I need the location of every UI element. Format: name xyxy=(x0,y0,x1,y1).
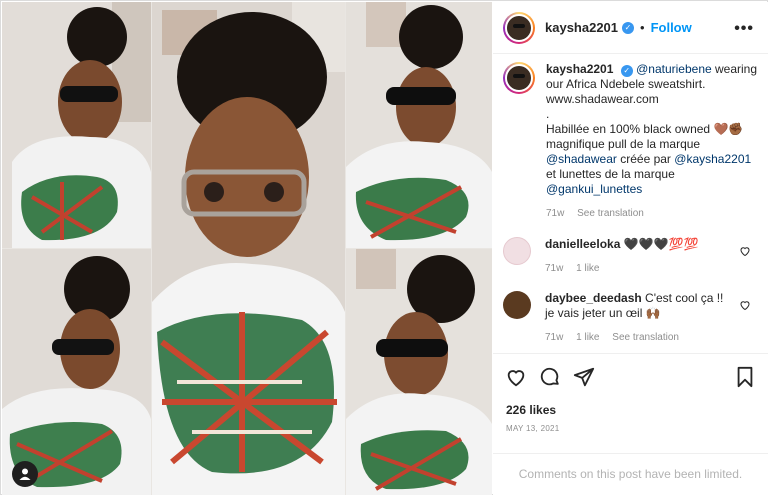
mention-link[interactable]: @shadawear xyxy=(546,152,617,166)
photo-tile-1 xyxy=(2,2,151,248)
heart-icon[interactable] xyxy=(505,366,527,388)
comment-item: danielleeloka 🖤🖤🖤💯💯 71w 1 like xyxy=(503,237,763,276)
comment-item: daybee_deedash C'est cool ça !! je vais … xyxy=(503,291,763,345)
likes-count[interactable]: 226 likes xyxy=(506,403,556,417)
verified-icon: ✓ xyxy=(620,65,633,77)
mention-link[interactable]: @naturiebene xyxy=(636,62,712,76)
caption-avatar[interactable] xyxy=(503,62,535,94)
author-username[interactable]: kaysha2201 xyxy=(545,20,618,35)
caption-french-1: Habillée en 100% black owned 🤎✊🏾 magnifi… xyxy=(546,122,744,151)
heart-icon[interactable] xyxy=(739,299,751,311)
post-date: MAY 13, 2021 xyxy=(506,424,560,433)
caption-french-3: et lunettes de la marque xyxy=(546,167,675,181)
comments-limited-notice: Comments on this post have been limited. xyxy=(493,453,768,495)
author-avatar[interactable] xyxy=(503,11,535,44)
see-translation-button[interactable]: See translation xyxy=(577,208,644,219)
caption-meta: 71w See translation xyxy=(546,206,763,221)
post-caption: kaysha2201 ✓ @naturiebene wearing our Af… xyxy=(503,62,763,221)
see-translation-button[interactable]: See translation xyxy=(612,332,679,343)
caption-french-2: créée par xyxy=(616,152,675,166)
commenter-avatar[interactable] xyxy=(503,237,531,265)
share-icon[interactable] xyxy=(573,366,595,388)
verified-icon: ✓ xyxy=(622,21,635,34)
post-header: kaysha2201 ✓ • Follow ••• xyxy=(493,2,768,54)
post-frame: kaysha2201 ✓ • Follow ••• kaysha2201 ✓ @… xyxy=(0,0,768,495)
comment-likes[interactable]: 1 like xyxy=(576,263,599,274)
bookmark-icon[interactable] xyxy=(734,366,756,388)
comment-username[interactable]: daybee_deedash xyxy=(545,291,642,305)
photo-tile-4 xyxy=(2,249,151,495)
mention-link[interactable]: @kaysha2201 xyxy=(674,152,751,166)
comment-text: danielleeloka 🖤🖤🖤💯💯 71w 1 like xyxy=(545,237,730,276)
comment-likes[interactable]: 1 like xyxy=(576,332,599,343)
comment-age: 71w xyxy=(545,263,564,274)
caption-text: kaysha2201 ✓ @naturiebene wearing our Af… xyxy=(546,62,763,221)
user-tag-icon[interactable] xyxy=(12,461,38,487)
photo-tile-3 xyxy=(346,2,492,248)
comment-text: daybee_deedash C'est cool ça !! je vais … xyxy=(545,291,730,345)
comment-meta: 71w 1 like See translation xyxy=(545,330,730,345)
commenter-avatar[interactable] xyxy=(503,291,531,319)
photo-tile-2 xyxy=(152,2,345,495)
action-icons xyxy=(505,366,595,388)
comment-meta: 71w 1 like xyxy=(545,261,730,276)
comment-age: 71w xyxy=(545,332,564,343)
caption-age: 71w xyxy=(546,208,565,219)
comment-icon[interactable] xyxy=(539,366,561,388)
mention-link[interactable]: @gankui_lunettes xyxy=(546,182,642,196)
more-options-icon[interactable]: ••• xyxy=(734,20,754,38)
post-side-panel: kaysha2201 ✓ • Follow ••• kaysha2201 ✓ @… xyxy=(493,2,768,495)
caption-dot: . xyxy=(546,107,550,121)
caption-username[interactable]: kaysha2201 xyxy=(546,62,613,76)
post-media-collage[interactable] xyxy=(2,2,492,495)
comment-body: 🖤🖤🖤💯💯 xyxy=(620,237,699,251)
header-separator: • xyxy=(640,20,645,35)
photo-tile-5 xyxy=(346,249,492,495)
follow-button[interactable]: Follow xyxy=(651,20,692,35)
post-actions: 226 likes MAY 13, 2021 xyxy=(493,353,768,453)
heart-icon[interactable] xyxy=(739,245,751,257)
comment-username[interactable]: danielleeloka xyxy=(545,237,620,251)
